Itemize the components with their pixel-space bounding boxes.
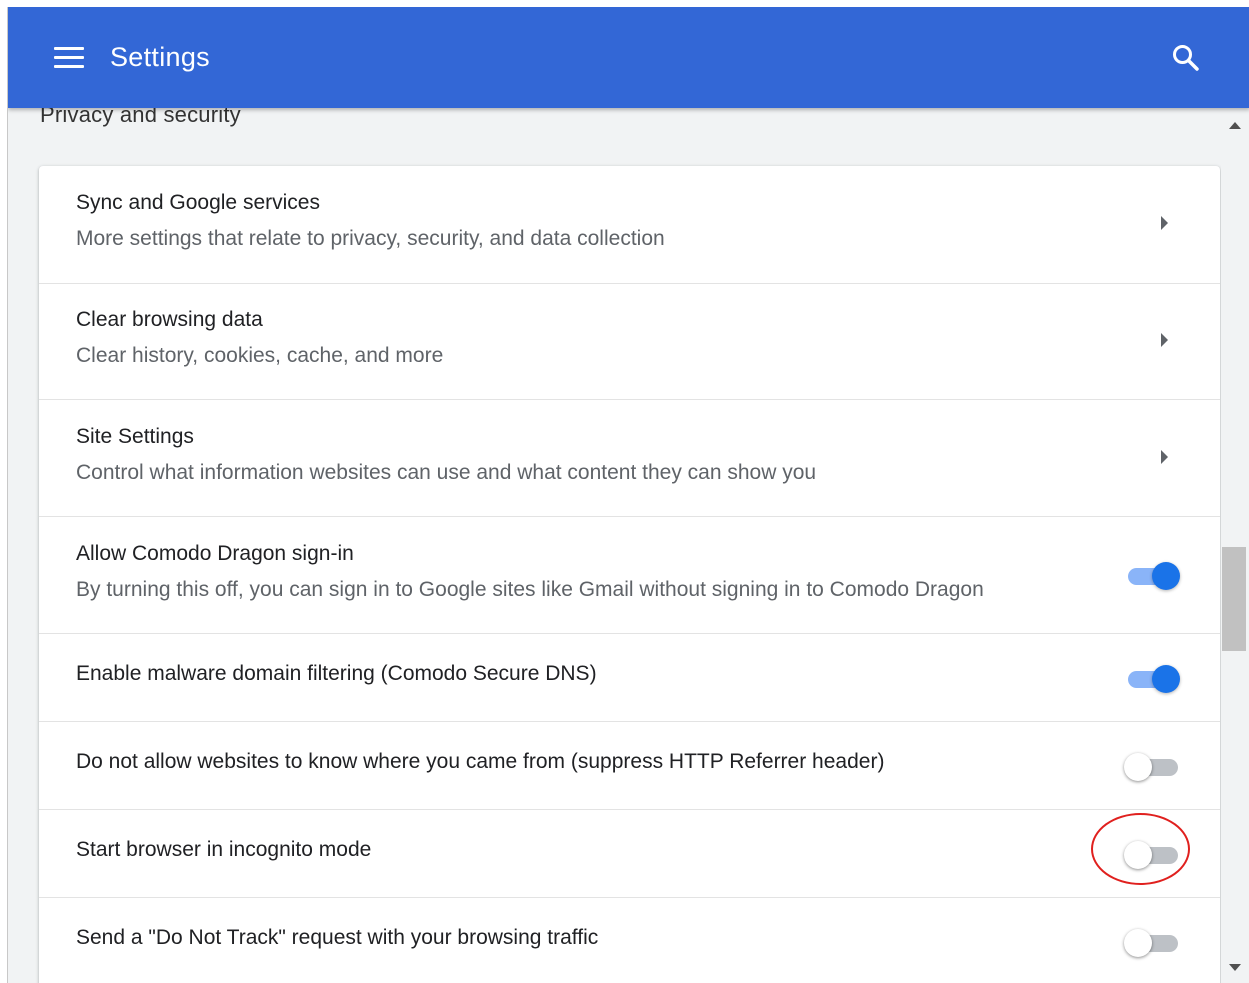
scroll-down-arrow-icon[interactable]: [1229, 964, 1241, 971]
incognito-start-row: Start browser in incognito mode: [39, 810, 1220, 898]
row-title: Allow Comodo Dragon sign-in: [76, 542, 354, 565]
row-title: Do not allow websites to know where you …: [76, 750, 885, 773]
chevron-right-icon: [1161, 216, 1168, 230]
row-title: Start browser in incognito mode: [76, 838, 372, 861]
row-subtitle: By turning this off, you can sign in to …: [76, 578, 984, 601]
suppress-referrer-row: Do not allow websites to know where you …: [39, 722, 1220, 810]
row-title: Site Settings: [76, 425, 194, 448]
site-settings-row[interactable]: Site Settings Control what information w…: [39, 400, 1220, 517]
allow-sign-in-toggle[interactable]: [1124, 560, 1184, 590]
malware-filtering-toggle[interactable]: [1124, 663, 1184, 693]
suppress-referrer-toggle[interactable]: [1124, 751, 1184, 781]
toggle-knob: [1152, 562, 1180, 590]
vertical-scrollbar[interactable]: [1221, 108, 1249, 983]
row-subtitle: Control what information websites can us…: [76, 461, 817, 484]
privacy-settings-card: Sync and Google services More settings t…: [39, 166, 1220, 983]
hamburger-menu-icon[interactable]: [54, 47, 84, 69]
row-title: Enable malware domain filtering (Comodo …: [76, 662, 597, 685]
search-icon[interactable]: [1170, 42, 1202, 74]
do-not-track-row: Send a "Do Not Track" request with your …: [39, 898, 1220, 983]
row-title: Send a "Do Not Track" request with your …: [76, 926, 599, 949]
row-subtitle: Clear history, cookies, cache, and more: [76, 344, 444, 367]
chevron-right-icon: [1161, 450, 1168, 464]
page-title: Settings: [110, 42, 210, 72]
settings-content: Privacy and security Sync and Google ser…: [8, 102, 1249, 983]
settings-window: Settings Privacy and security Sync and G…: [7, 7, 1249, 983]
row-title: Sync and Google services: [76, 191, 320, 214]
do-not-track-toggle[interactable]: [1124, 927, 1184, 957]
toggle-knob: [1152, 665, 1180, 693]
scrollbar-thumb[interactable]: [1222, 547, 1246, 651]
row-subtitle: More settings that relate to privacy, se…: [76, 227, 665, 250]
chevron-right-icon: [1161, 333, 1168, 347]
app-header: Settings: [8, 7, 1249, 108]
sync-google-services-row[interactable]: Sync and Google services More settings t…: [39, 166, 1220, 284]
row-title: Clear browsing data: [76, 308, 263, 331]
scroll-up-arrow-icon[interactable]: [1229, 122, 1241, 129]
allow-dragon-sign-in-row: Allow Comodo Dragon sign-in By turning t…: [39, 517, 1220, 634]
highlight-ring-annotation: [1091, 813, 1190, 885]
toggle-knob: [1124, 753, 1152, 781]
clear-browsing-data-row[interactable]: Clear browsing data Clear history, cooki…: [39, 283, 1220, 400]
toggle-knob: [1124, 929, 1152, 957]
malware-filtering-row: Enable malware domain filtering (Comodo …: [39, 634, 1220, 722]
